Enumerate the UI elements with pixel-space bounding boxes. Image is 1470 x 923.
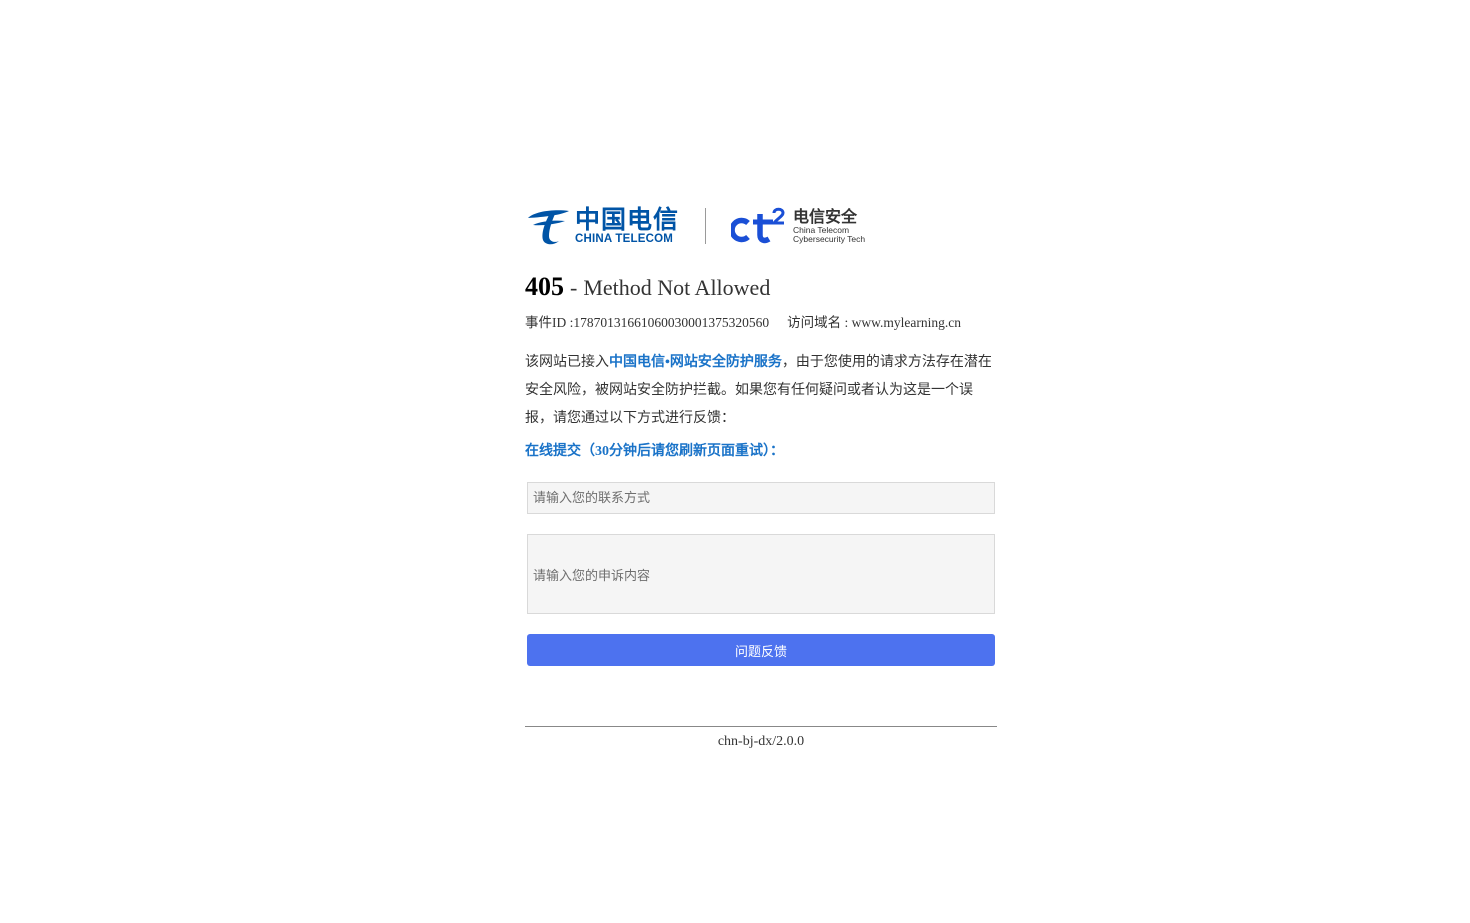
description-prefix: 该网站已接入 (525, 355, 609, 370)
event-id: 17870131661060030001375320560 (573, 315, 770, 330)
china-telecom-wordmark: 中国电信 CHINA TELECOM (575, 204, 680, 246)
online-submit-title: 在线提交（30分钟后请您刷新页面重试）： (525, 444, 784, 459)
block-description: 该网站已接入中国电信•网站安全防护服务，由于您使用的请求方法存在潜在安全风险，被… (525, 349, 997, 433)
error-separator: - (570, 275, 578, 300)
domain-label: 访问域名 : (787, 315, 849, 330)
telecom-security-cn: 电信安全 (793, 206, 858, 226)
appeal-textarea[interactable] (527, 534, 995, 614)
china-telecom-logo: 中国电信 CHINA TELECOM (525, 205, 679, 247)
china-telecom-emblem-icon (528, 210, 569, 245)
event-id-label: 事件ID : (525, 315, 574, 330)
china-telecom-cn: 中国电信 (575, 204, 680, 234)
error-page: 中国电信 CHINA TELECOM 电信安全 China Telecom Cy… (525, 204, 997, 750)
error-heading: 405 - Method Not Allowed (525, 272, 997, 308)
footer-divider (525, 726, 997, 727)
version-footer: chn-bj-dx/2.0.0 (717, 734, 805, 749)
logo-bar: 中国电信 CHINA TELECOM 电信安全 China Telecom Cy… (525, 204, 997, 248)
telecom-security-en-2: Cybersecurity Tech (793, 234, 866, 244)
china-telecom-en: CHINA TELECOM (575, 232, 674, 245)
domain-value: www.mylearning.cn (851, 315, 961, 330)
telecom-security-wordmark: 电信安全 China Telecom Cybersecurity Tech (793, 206, 866, 245)
event-info: 事件ID :17870131661060030001375320560 访问域名 … (525, 313, 997, 333)
contact-input[interactable] (527, 482, 995, 514)
service-name-highlight: 中国电信•网站安全防护服务 (609, 355, 782, 370)
ct2-emblem-icon (731, 207, 785, 244)
logo-divider (705, 208, 707, 244)
error-code: 405 (525, 272, 564, 301)
telecom-security-logo: 电信安全 China Telecom Cybersecurity Tech (731, 207, 865, 245)
error-message: Method Not Allowed (583, 275, 771, 300)
feedback-button[interactable]: 问题反馈 (527, 634, 995, 666)
